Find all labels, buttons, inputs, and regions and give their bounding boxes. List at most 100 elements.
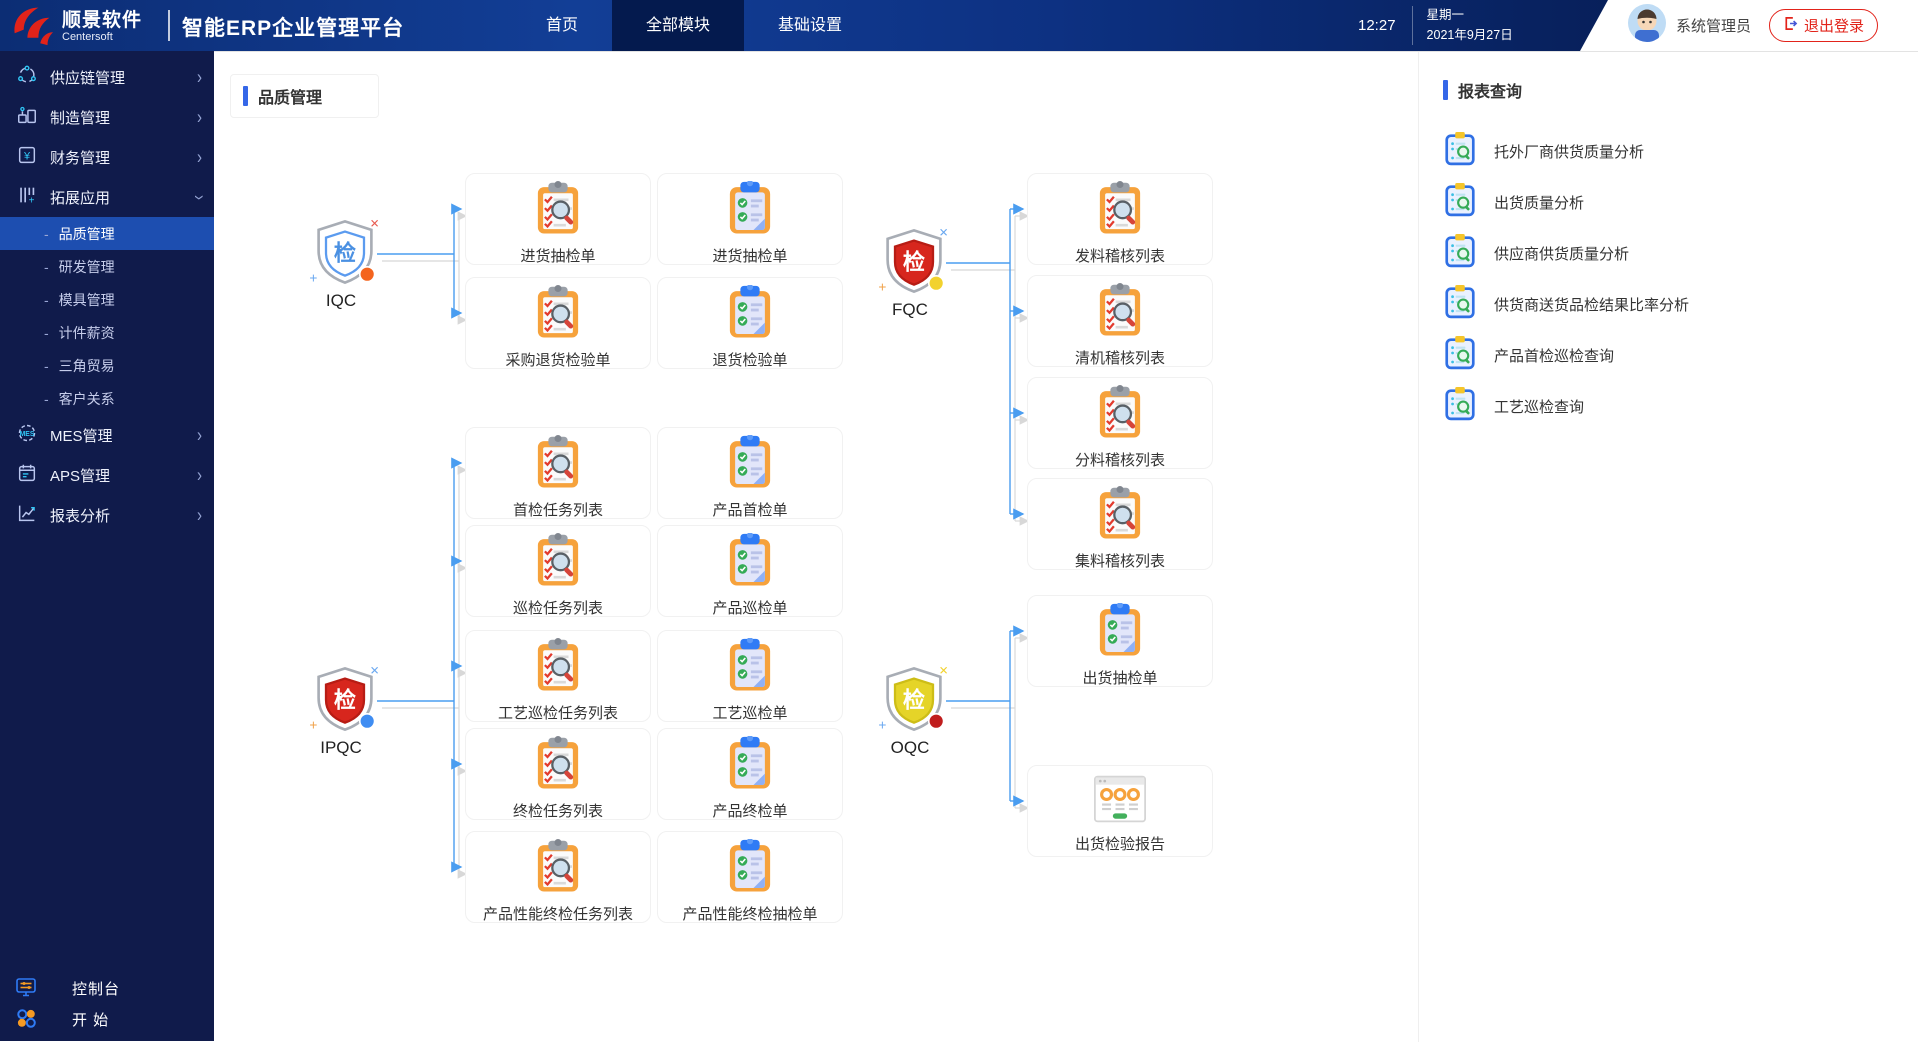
logo-title: 顺景软件 — [62, 10, 143, 31]
clipboard-form-icon — [722, 434, 778, 496]
avatar — [1628, 4, 1666, 47]
shield-ipqc-icon: 检 ✕ + — [303, 661, 387, 742]
flow-node-清机稽核列表[interactable]: 清机稽核列表 — [1027, 275, 1213, 367]
flow-node-分料稽核列表[interactable]: 分料稽核列表 — [1027, 377, 1213, 469]
logo-swoosh-icon — [10, 4, 54, 51]
sidebar-subitem-三角贸易[interactable]: - 三角贸易 — [0, 349, 214, 382]
shield-label-iqc: IQC — [325, 291, 357, 310]
nav-item-全部模块[interactable]: 全部模块 — [612, 0, 745, 51]
flow-node-首检任务列表[interactable]: 首检任务列表 — [465, 427, 651, 519]
clipboard-inspect-icon — [1092, 283, 1148, 344]
clipboard-form-icon — [1092, 602, 1148, 664]
shield-fqc-icon: 检 ✕ + — [872, 223, 956, 304]
sidebar-item-拓展应用[interactable]: + 拓展应用 › — [0, 177, 214, 217]
shield-label-oqc: OQC — [890, 738, 930, 757]
sidebar-subitem-研发管理[interactable]: - 研发管理 — [0, 250, 214, 283]
quality-flow-diagram: 品质管理 检 ✕ + IQC 进货抽检单 进货抽检单 采购退货检验单 退货检验单检 ✕ + FQC 发… — [214, 52, 1418, 1042]
chevron-right-icon: › — [197, 503, 202, 527]
svg-text:+: + — [878, 280, 886, 295]
clipboard-form-icon — [722, 180, 778, 242]
top-bar: 顺景软件 Centersoft 智能ERP企业管理平台 首页 全部模块 基础设置 1… — [0, 0, 1918, 51]
sidebar-item-制造管理[interactable]: 制造管理 › — [0, 97, 214, 137]
report-title-accent-bar — [1443, 80, 1448, 100]
mes-icon: MES — [16, 422, 38, 448]
shield-label-ipqc: IPQC — [320, 738, 362, 757]
console-icon — [14, 975, 38, 1003]
flow-node-退货检验单[interactable]: 退货检验单 — [657, 277, 843, 369]
nav-item-首页[interactable]: 首页 — [512, 0, 612, 51]
clipboard-inspect-icon — [530, 435, 586, 496]
flow-node-出货抽检单[interactable]: 出货抽检单 — [1027, 595, 1213, 687]
report-query-icon — [1443, 387, 1477, 426]
sidebar-item-MES管理[interactable]: MES MES管理 › — [0, 415, 214, 455]
flow-node-出货检验报告[interactable]: 出货检验报告 — [1027, 765, 1213, 857]
sidebar-footer-开始[interactable]: 开 始 — [0, 1004, 214, 1035]
clock: 12:27 星期一 2021年9月27日 — [1358, 0, 1513, 51]
report-item-产品首检巡检查询[interactable]: 产品首检巡检查询 — [1443, 330, 1918, 381]
flow-node-终检任务列表[interactable]: 终检任务列表 — [465, 728, 651, 820]
flow-node-产品终检单[interactable]: 产品终检单 — [657, 728, 843, 820]
report-item-工艺巡检查询[interactable]: 工艺巡检查询 — [1443, 381, 1918, 432]
weekday: 星期一 — [1426, 8, 1465, 23]
sidebar-subitem-品质管理[interactable]: - 品质管理 — [0, 217, 214, 250]
date: 2021年9月27日 — [1426, 27, 1513, 42]
svg-text:检: 检 — [334, 687, 357, 712]
svg-text:检: 检 — [903, 687, 926, 712]
flow-node-产品巡检单[interactable]: 产品巡检单 — [657, 525, 843, 617]
report-query-panel: 报表查询 托外厂商供货质量分析 出货质量分析 供应商供货质量分析 供货商送货品检结果比… — [1418, 52, 1918, 1042]
flow-node-集料稽核列表[interactable]: 集料稽核列表 — [1027, 478, 1213, 570]
svg-text:+: + — [309, 271, 317, 286]
flow-node-产品首检单[interactable]: 产品首检单 — [657, 427, 843, 519]
sidebar-item-供应链管理[interactable]: 供应链管理 › — [0, 57, 214, 97]
sidebar-footer-控制台[interactable]: 控制台 — [0, 973, 214, 1004]
flow-node-采购退货检验单[interactable]: 采购退货检验单 — [465, 277, 651, 369]
chevron-right-icon: › — [197, 65, 202, 89]
flow-node-产品性能终检抽检单[interactable]: 产品性能终检抽检单 — [657, 831, 843, 923]
logo: 顺景软件 Centersoft — [10, 4, 142, 51]
report-window-icon — [1091, 773, 1149, 830]
sidebar-item-报表分析[interactable]: 报表分析 › — [0, 495, 214, 535]
clipboard-form-icon — [722, 637, 778, 699]
svg-text:✕: ✕ — [939, 227, 949, 240]
report-item-供应商供货质量分析[interactable]: 供应商供货质量分析 — [1443, 228, 1918, 279]
top-nav: 首页 全部模块 基础设置 — [512, 0, 876, 51]
svg-text:✕: ✕ — [370, 665, 380, 678]
sidebar-item-财务管理[interactable]: ¥ 财务管理 › — [0, 137, 214, 177]
sidebar-item-APS管理[interactable]: APS管理 › — [0, 455, 214, 495]
sidebar-subitem-客户关系[interactable]: - 客户关系 — [0, 382, 214, 415]
logo-subtitle: Centersoft — [62, 31, 113, 43]
logout-button[interactable]: 退出登录 — [1769, 9, 1879, 42]
flow-node-进货抽检单[interactable]: 进货抽检单 — [657, 173, 843, 265]
page-title: 品质管理 — [258, 90, 323, 107]
flow-node-进货抽检单[interactable]: 进货抽检单 — [465, 173, 651, 265]
report-query-icon — [1443, 234, 1477, 273]
flow-node-巡检任务列表[interactable]: 巡检任务列表 — [465, 525, 651, 617]
extension-icon: + — [16, 184, 38, 210]
nav-item-基础设置[interactable]: 基础设置 — [744, 0, 876, 51]
logo-divider — [168, 10, 170, 41]
report-item-出货质量分析[interactable]: 出货质量分析 — [1443, 177, 1918, 228]
svg-text:¥: ¥ — [23, 151, 31, 163]
clipboard-inspect-icon — [530, 285, 586, 346]
clipboard-inspect-icon — [1092, 385, 1148, 446]
clipboard-inspect-icon — [530, 736, 586, 797]
report-analysis-icon — [16, 502, 38, 528]
report-query-icon — [1443, 132, 1477, 171]
flow-node-产品性能终检任务列表[interactable]: 产品性能终检任务列表 — [465, 831, 651, 923]
flow-node-工艺巡检任务列表[interactable]: 工艺巡检任务列表 — [465, 630, 651, 722]
report-item-供货商送货品检结果比率分析[interactable]: 供货商送货品检结果比率分析 — [1443, 279, 1918, 330]
title-accent-bar — [243, 86, 248, 106]
chevron-right-icon: › — [197, 105, 202, 129]
time: 12:27 — [1358, 17, 1396, 34]
sidebar-subitem-计件薪资[interactable]: - 计件薪资 — [0, 316, 214, 349]
page-title-box: 品质管理 — [230, 74, 380, 118]
shield-label-fqc: FQC — [892, 300, 928, 319]
svg-text:✕: ✕ — [370, 218, 380, 231]
clipboard-inspect-icon — [530, 638, 586, 699]
flow-node-发料稽核列表[interactable]: 发料稽核列表 — [1027, 173, 1213, 265]
start-icon — [14, 1006, 38, 1034]
flow-node-工艺巡检单[interactable]: 工艺巡检单 — [657, 630, 843, 722]
report-item-托外厂商供货质量分析[interactable]: 托外厂商供货质量分析 — [1443, 126, 1918, 177]
clipboard-inspect-icon — [530, 533, 586, 594]
sidebar-subitem-模具管理[interactable]: - 模具管理 — [0, 283, 214, 316]
